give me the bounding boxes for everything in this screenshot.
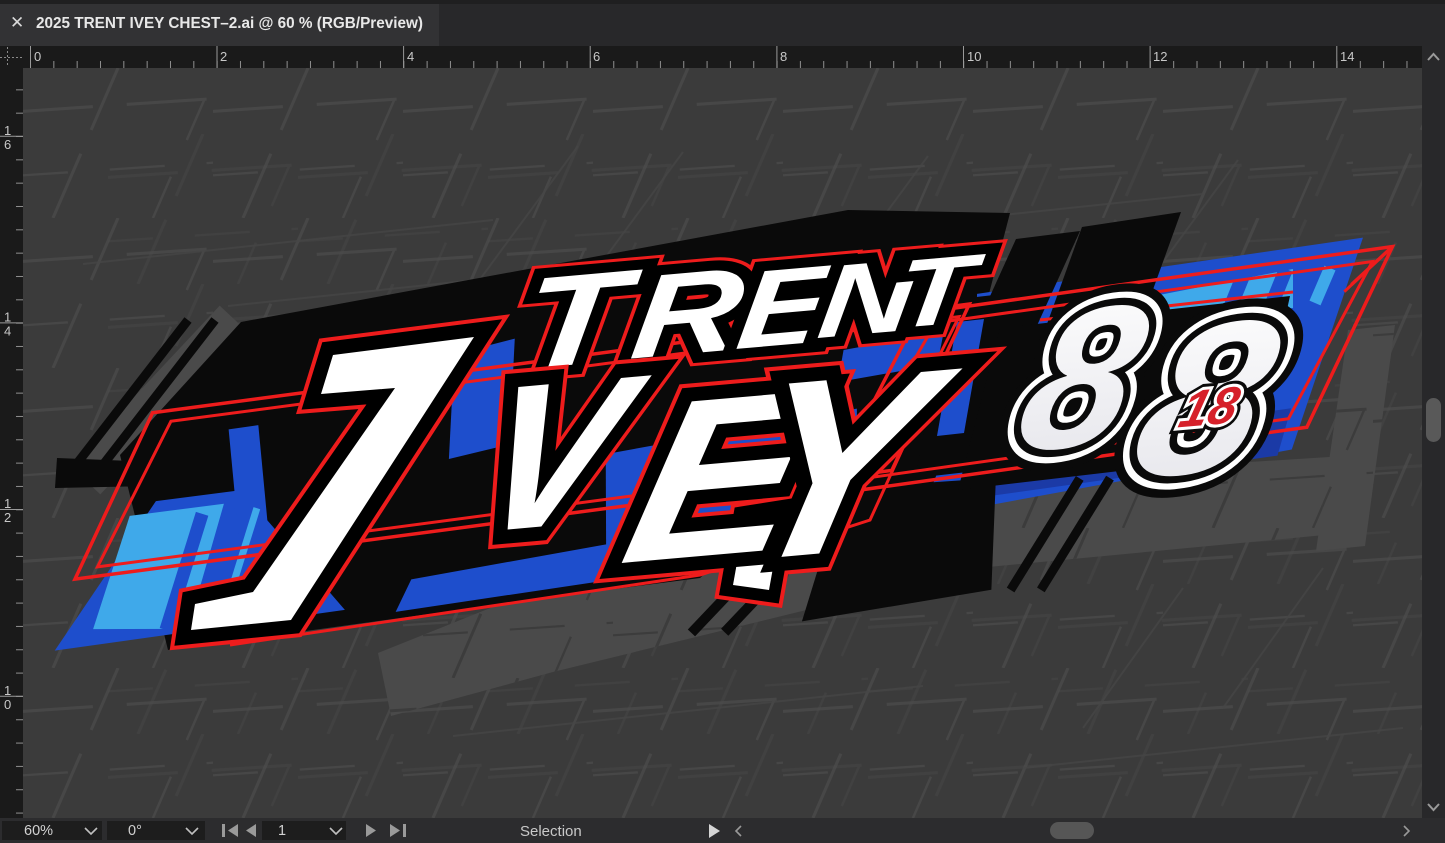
svg-text:1: 1 <box>4 310 11 325</box>
svg-text:Selection: Selection <box>520 823 582 840</box>
svg-text:12: 12 <box>1153 49 1167 64</box>
svg-text:0°: 0° <box>128 823 142 839</box>
svg-text:1: 1 <box>278 823 286 839</box>
svg-text:6: 6 <box>593 49 600 64</box>
svg-text:60%: 60% <box>24 823 53 839</box>
svg-text:8: 8 <box>780 49 787 64</box>
svg-text:1: 1 <box>4 123 11 138</box>
svg-text:10: 10 <box>967 49 981 64</box>
svg-text:14: 14 <box>1340 49 1354 64</box>
svg-text:4: 4 <box>407 49 414 64</box>
svg-text:4: 4 <box>4 324 11 339</box>
svg-text:6: 6 <box>4 137 11 152</box>
svg-text:0: 0 <box>34 49 41 64</box>
svg-text:2: 2 <box>220 49 227 64</box>
svg-text:0: 0 <box>4 697 11 712</box>
svg-text:1: 1 <box>4 496 11 511</box>
svg-text:1: 1 <box>4 683 11 698</box>
svg-text:2: 2 <box>4 510 11 525</box>
